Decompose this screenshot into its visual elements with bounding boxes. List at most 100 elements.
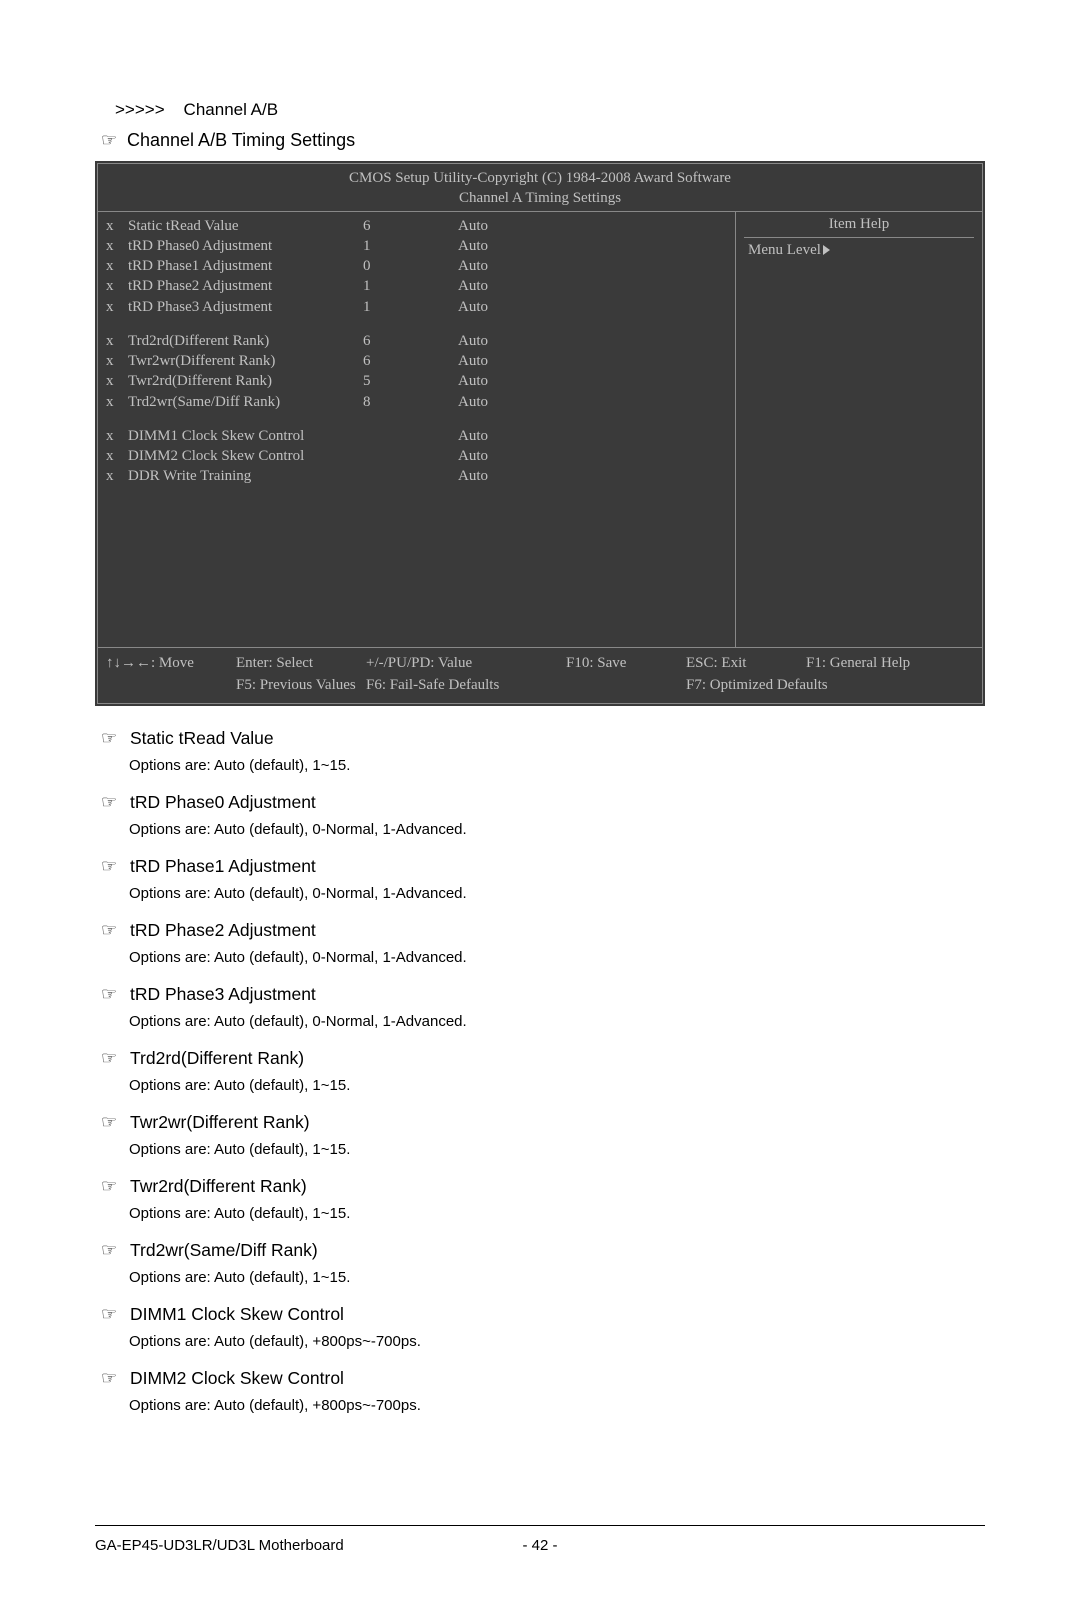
bios-setting-row: xTwr2wr(Different Rank)6Auto [106,351,727,371]
bios-row-value: 6 [363,331,458,351]
option-description: Options are: Auto (default), 0-Normal, 1… [129,885,985,902]
bios-screenshot: CMOS Setup Utility-Copyright (C) 1984-20… [95,161,985,706]
option-title: Static tRead Value [130,728,274,749]
bios-row-label: Trd2wr(Same/Diff Rank) [128,392,363,412]
bios-setting-row: xStatic tRead Value6Auto [106,216,727,236]
bios-row-value: 6 [363,351,458,371]
bios-row-mark: x [106,446,128,466]
bios-row-value: 0 [363,256,458,276]
section-heading: ☞ Channel A/B Timing Settings [95,130,985,151]
option-title: tRD Phase2 Adjustment [130,920,316,941]
bios-row-value: 1 [363,236,458,256]
hand-icon: ☞ [101,1048,127,1069]
bios-row-value [363,426,458,446]
footer-page-number: - 42 - [0,1537,1080,1554]
bios-footer-hint [566,674,686,697]
bios-footer-hint: F1: General Help [806,652,974,675]
bios-row-mark: x [106,297,128,317]
bios-row-mode: Auto [458,236,518,256]
bios-menu-level: Menu Level [744,242,974,259]
bios-setting-row: xTrd2wr(Same/Diff Rank)8Auto [106,392,727,412]
bios-row-label: Trd2rd(Different Rank) [128,331,363,351]
bios-setting-row: xDDR Write TrainingAuto [106,466,727,486]
option-description: Options are: Auto (default), +800ps~-700… [129,1333,985,1350]
option-heading: ☞Trd2rd(Different Rank) [95,1048,985,1069]
bios-header: CMOS Setup Utility-Copyright (C) 1984-20… [98,164,982,211]
option-heading: ☞tRD Phase3 Adjustment [95,984,985,1005]
bios-row-mode: Auto [458,297,518,317]
hand-icon: ☞ [101,984,127,1005]
option-title: DIMM1 Clock Skew Control [130,1304,344,1325]
bios-row-value: 5 [363,371,458,391]
option-description: Options are: Auto (default), 0-Normal, 1… [129,949,985,966]
option-description: Options are: Auto (default), 0-Normal, 1… [129,1013,985,1030]
hand-icon: ☞ [101,1176,127,1197]
bios-footer-hint: Enter: Select [236,652,366,675]
option-heading: ☞Twr2rd(Different Rank) [95,1176,985,1197]
bios-row-mode: Auto [458,351,518,371]
bios-footer-hint: F6: Fail-Safe Defaults [366,674,566,697]
bios-row-label: Twr2wr(Different Rank) [128,351,363,371]
bios-footer: ↑↓→←: MoveEnter: Select+/-/PU/PD: ValueF… [98,647,982,703]
breadcrumb-text: Channel A/B [184,100,279,119]
bios-setting-row: xTrd2rd(Different Rank)6Auto [106,331,727,351]
hand-icon: ☞ [101,130,127,151]
option-heading: ☞Twr2wr(Different Rank) [95,1112,985,1133]
bios-row-value: 1 [363,297,458,317]
option-description: Options are: Auto (default), 0-Normal, 1… [129,821,985,838]
bios-footer-hint: +/-/PU/PD: Value [366,652,566,675]
option-heading: ☞Trd2wr(Same/Diff Rank) [95,1240,985,1261]
hand-icon: ☞ [101,856,127,877]
bios-row-mark: x [106,216,128,236]
bios-row-mode: Auto [458,276,518,296]
option-heading: ☞DIMM1 Clock Skew Control [95,1304,985,1325]
hand-icon: ☞ [101,1368,127,1389]
bios-row-value [363,466,458,486]
option-title: tRD Phase1 Adjustment [130,856,316,877]
option-title: DIMM2 Clock Skew Control [130,1368,344,1389]
option-heading: ☞DIMM2 Clock Skew Control [95,1368,985,1389]
hand-icon: ☞ [101,1240,127,1261]
breadcrumb-prefix: >>>>> [115,100,165,119]
bios-row-mark: x [106,331,128,351]
triangle-icon [823,245,830,255]
bios-row-value: 8 [363,392,458,412]
hand-icon: ☞ [101,728,127,749]
bios-row-mode: Auto [458,426,518,446]
option-heading: ☞tRD Phase1 Adjustment [95,856,985,877]
bios-row-mark: x [106,392,128,412]
bios-setting-row: xtRD Phase0 Adjustment1Auto [106,236,727,256]
option-description: Options are: Auto (default), 1~15. [129,1205,985,1222]
bios-setting-row: xtRD Phase3 Adjustment1Auto [106,297,727,317]
bios-row-mark: x [106,371,128,391]
bios-row-label: DIMM1 Clock Skew Control [128,426,363,446]
option-title: Trd2rd(Different Rank) [130,1048,304,1069]
bios-row-value [363,446,458,466]
option-title: tRD Phase0 Adjustment [130,792,316,813]
bios-row-mode: Auto [458,392,518,412]
bios-row-label: tRD Phase3 Adjustment [128,297,363,317]
option-description: Options are: Auto (default), +800ps~-700… [129,1397,985,1414]
bios-setting-row: xDIMM2 Clock Skew ControlAuto [106,446,727,466]
bios-title: CMOS Setup Utility-Copyright (C) 1984-20… [98,168,982,188]
bios-footer-hint: F10: Save [566,652,686,675]
bios-setting-row: xtRD Phase2 Adjustment1Auto [106,276,727,296]
bios-row-mark: x [106,466,128,486]
bios-row-label: tRD Phase0 Adjustment [128,236,363,256]
bios-row-mark: x [106,236,128,256]
bios-row-label: Twr2rd(Different Rank) [128,371,363,391]
bios-row-mark: x [106,276,128,296]
bios-item-help-label: Item Help [744,216,974,238]
hand-icon: ☞ [101,920,127,941]
bios-setting-row: xtRD Phase1 Adjustment0Auto [106,256,727,276]
option-title: Twr2rd(Different Rank) [130,1176,307,1197]
bios-row-mode: Auto [458,331,518,351]
bios-row-value: 1 [363,276,458,296]
bios-row-mark: x [106,351,128,371]
bios-settings-pane: xStatic tRead Value6AutoxtRD Phase0 Adju… [98,212,736,647]
breadcrumb: >>>>> Channel A/B [115,100,985,120]
option-description: Options are: Auto (default), 1~15. [129,1141,985,1158]
bios-footer-hint [106,674,236,697]
bios-help-pane: Item Help Menu Level [736,212,982,647]
option-description: Options are: Auto (default), 1~15. [129,1269,985,1286]
